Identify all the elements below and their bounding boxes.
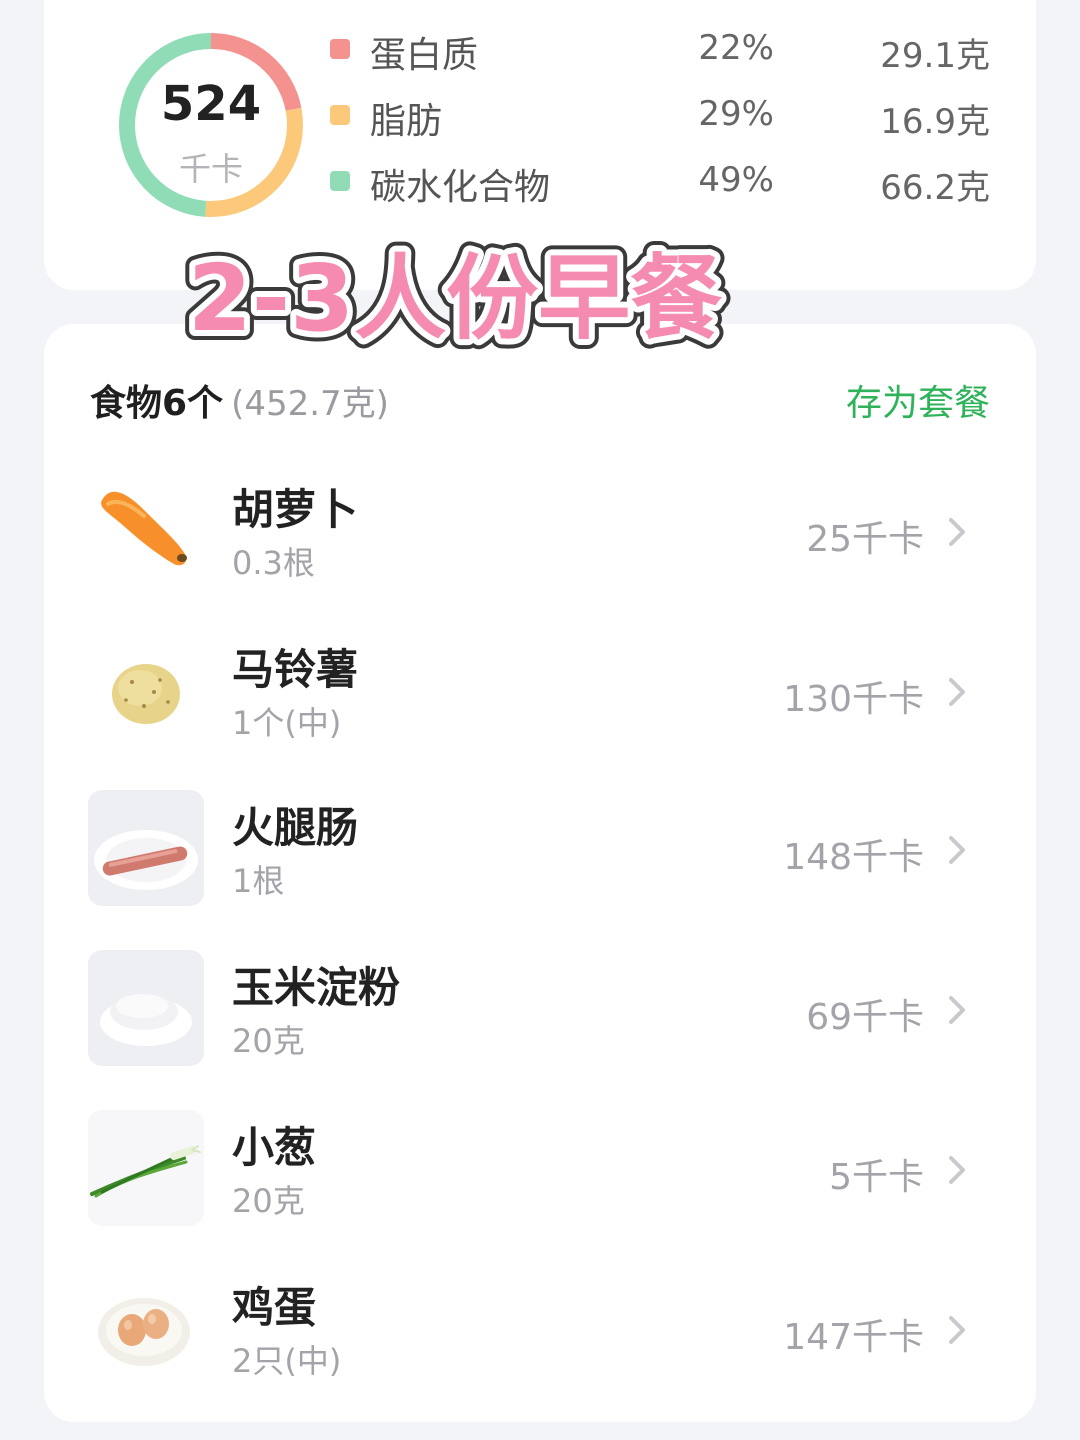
sausage-icon: [88, 790, 204, 906]
food-item-cornstarch[interactable]: 玉米淀粉 20克 69千卡: [88, 950, 992, 1070]
food-quantity: 1根: [232, 862, 285, 900]
macro-row-protein: 蛋白质 22% 29.1克: [330, 24, 990, 76]
calorie-unit: 千卡: [178, 150, 243, 188]
food-quantity: 2只(中): [232, 1342, 342, 1380]
macro-amount: 66.2克: [880, 168, 990, 208]
food-calories: 69千卡: [806, 997, 924, 1038]
chevron-right-icon: [949, 518, 965, 546]
macro-percent: 49%: [698, 160, 774, 200]
overlay-title-text: 2-3人份早餐: [188, 245, 722, 352]
cornstarch-icon: [88, 950, 204, 1066]
food-calories: 130千卡: [783, 679, 924, 720]
total-weight: (452.7克): [231, 384, 389, 424]
macro-name: 蛋白质: [370, 35, 479, 76]
fat-color-dot: [330, 105, 350, 125]
scallion-icon: [88, 1110, 204, 1226]
chevron-right-icon: [949, 678, 965, 706]
food-item-egg[interactable]: 鸡蛋 2只(中) 147千卡: [88, 1270, 992, 1390]
macro-percent: 29%: [698, 94, 774, 134]
macro-name: 碳水化合物: [370, 167, 551, 208]
chevron-right-icon: [949, 1316, 965, 1344]
macro-amount: 29.1克: [880, 36, 990, 76]
food-name: 胡萝卜: [232, 485, 359, 534]
food-calories: 5千卡: [829, 1157, 924, 1198]
save-as-meal-button[interactable]: 存为套餐: [846, 374, 990, 426]
food-calories: 148千卡: [783, 837, 924, 878]
chevron-right-icon: [949, 836, 965, 864]
food-list-card: 食物6个 (452.7克) 存为套餐 胡萝卜 0.3根 25千卡 马铃薯 1个(…: [44, 324, 1036, 1422]
food-name: 小葱: [232, 1123, 317, 1172]
macro-row-fat: 脂肪 29% 16.9克: [330, 90, 990, 142]
food-item-carrot[interactable]: 胡萝卜 0.3根 25千卡: [88, 472, 992, 592]
food-count-title: 食物6个: [90, 383, 224, 424]
macro-amount: 16.9克: [880, 102, 990, 142]
potato-icon: [88, 632, 204, 748]
protein-color-dot: [330, 39, 350, 59]
macro-percent: 22%: [698, 28, 774, 68]
macro-row-carbs: 碳水化合物 49% 66.2克: [330, 156, 990, 208]
food-name: 玉米淀粉: [232, 963, 401, 1012]
food-list-header: 食物6个 (452.7克) 存为套餐: [90, 374, 990, 424]
food-calories: 25千卡: [806, 519, 924, 560]
overlay-title-sticker: 2-3人份早餐 2-3人份早餐 2-3人份早餐: [150, 232, 760, 362]
food-quantity: 20克: [232, 1022, 305, 1060]
calorie-donut-chart: 524 千卡: [116, 30, 306, 220]
food-name: 鸡蛋: [232, 1283, 317, 1332]
macro-name: 脂肪: [370, 101, 443, 142]
food-quantity: 20克: [232, 1182, 305, 1220]
egg-icon: [88, 1270, 204, 1386]
food-item-potato[interactable]: 马铃薯 1个(中) 130千卡: [88, 632, 992, 752]
chevron-right-icon: [949, 996, 965, 1024]
carbs-color-dot: [330, 171, 350, 191]
food-calories: 147千卡: [783, 1317, 924, 1358]
carrot-icon: [88, 472, 204, 588]
calorie-total: 524: [160, 76, 262, 132]
food-quantity: 0.3根: [232, 544, 315, 582]
food-name: 火腿肠: [232, 803, 359, 852]
food-name: 马铃薯: [232, 645, 359, 694]
food-quantity: 1个(中): [232, 704, 342, 742]
chevron-right-icon: [949, 1156, 965, 1184]
food-item-sausage[interactable]: 火腿肠 1根 148千卡: [88, 790, 992, 910]
food-item-scallion[interactable]: 小葱 20克 5千卡: [88, 1110, 992, 1230]
